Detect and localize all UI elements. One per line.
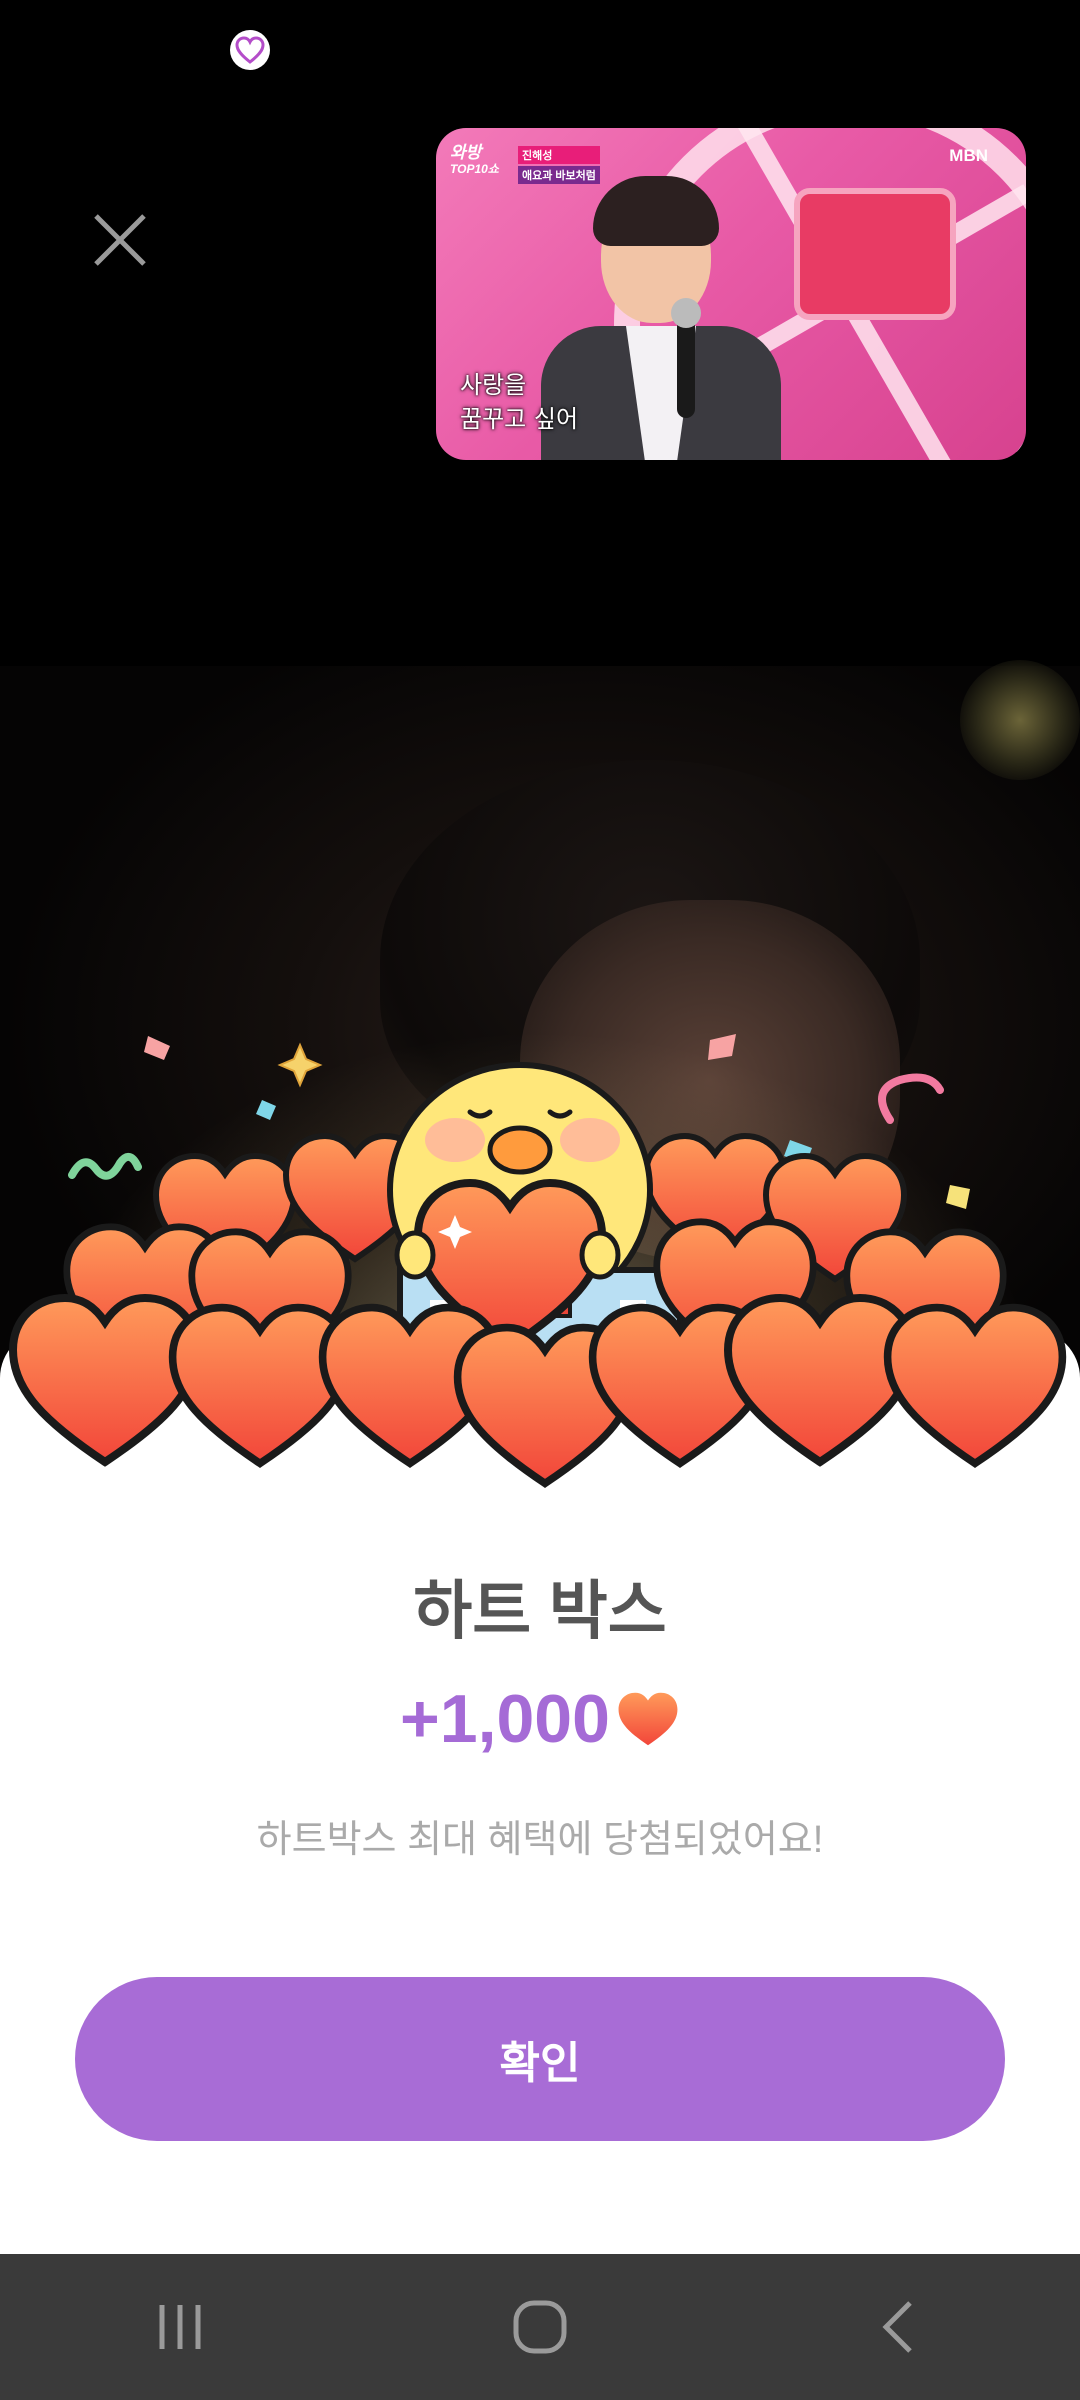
nav-back-button[interactable] [840, 2277, 960, 2377]
pip-video-player[interactable]: 와방 TOP10쇼 진해성 애요과 바보처럼 MBN 사랑을 꿈꾸고 싶어 [436, 128, 1026, 460]
confetti-squiggle [68, 1153, 142, 1180]
heart [888, 1308, 1063, 1464]
caption-line: 사랑을 [460, 371, 527, 399]
close-icon [94, 214, 146, 266]
back-icon [882, 2301, 912, 2353]
video-caption: 사랑을 꿈꾸고 싶어 [460, 368, 578, 436]
confetti [256, 1100, 276, 1120]
confetti-sparkle [277, 1042, 323, 1088]
wheel-cabin [794, 188, 956, 320]
heart [13, 1298, 197, 1462]
microphone-head [671, 298, 701, 328]
screen: 와방 TOP10쇼 진해성 애요과 바보처럼 MBN 사랑을 꿈꾸고 싶어 하트… [0, 0, 1080, 2400]
nav-recents-button[interactable] [120, 2277, 240, 2377]
confetti-swirl [878, 1073, 944, 1124]
system-navigation-bar [0, 2254, 1080, 2400]
heart-app-icon [230, 30, 270, 70]
show-logo-sub: TOP10쇼 [450, 162, 499, 176]
caption-line: 꿈꾸고 싶어 [460, 405, 579, 433]
nav-home-button[interactable] [480, 2277, 600, 2377]
reward-message: 하트박스 최대 혜택에 당첨되었어요! [256, 1819, 824, 1861]
show-logo: 와방 TOP10쇼 [450, 144, 499, 178]
reward-amount: +1,000 [400, 1681, 610, 1757]
confetti [946, 1185, 970, 1209]
show-tag-song: 애요과 바보처럼 [518, 166, 600, 184]
show-tag-singer: 진해성 [518, 146, 600, 164]
heart [728, 1298, 912, 1462]
home-icon [513, 2300, 567, 2354]
popup-title: 하트 박스 [413, 1575, 667, 1647]
confetti [144, 1036, 170, 1060]
chick-wing [579, 1230, 621, 1280]
confirm-button[interactable]: 확인 [75, 1977, 1005, 2141]
heart [173, 1308, 348, 1464]
singer-hair [593, 176, 719, 246]
chick-wing [394, 1230, 436, 1280]
recents-icon [159, 2305, 201, 2349]
heart-box-illustration [0, 1034, 1080, 1520]
confetti [708, 1034, 736, 1060]
reward-amount-row: +1,000 [0, 1680, 1080, 1758]
show-logo-main: 와방 [450, 143, 482, 162]
heart-icon [618, 1692, 678, 1746]
show-tags: 진해성 애요과 바보처럼 [518, 146, 600, 186]
background-stage-light [960, 660, 1080, 780]
close-button[interactable] [80, 200, 160, 280]
broadcaster-logo: MBN [949, 146, 988, 165]
